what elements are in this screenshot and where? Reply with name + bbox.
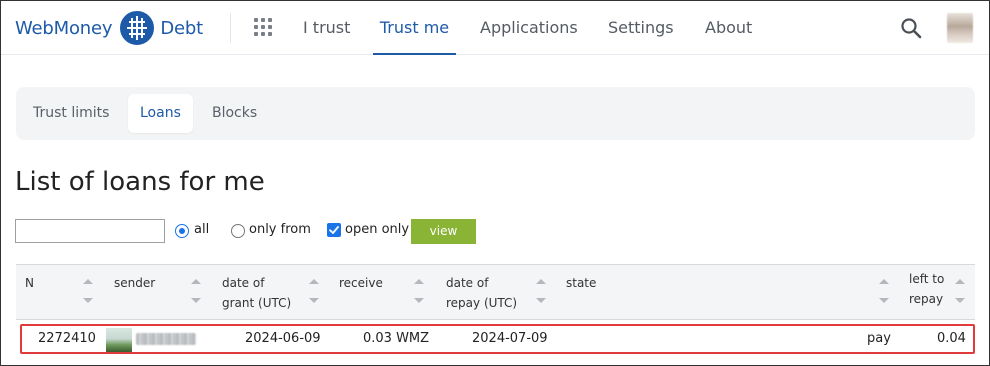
col-date-repay-line2: repay (UTC)	[446, 296, 518, 310]
apps-grid-icon[interactable]	[254, 18, 272, 36]
col-receive[interactable]: receive	[339, 273, 383, 293]
brand-logo-link[interactable]: WebMoney Debt	[15, 10, 203, 46]
view-button[interactable]: view	[411, 219, 476, 244]
nav-about[interactable]: About	[705, 1, 752, 55]
radio-only-from-label[interactable]: only from	[249, 222, 311, 237]
sender-avatar	[106, 328, 132, 352]
webmoney-globe-icon	[120, 11, 155, 45]
sort-date-repay-icon[interactable]	[536, 277, 546, 313]
subtab-trust-limits[interactable]: Trust limits	[21, 94, 121, 133]
brand-name: WebMoney	[15, 17, 113, 39]
open-only-checkbox[interactable]	[327, 223, 341, 237]
header-divider	[230, 13, 231, 43]
page-title: List of loans for me	[15, 167, 265, 197]
nav-i-trust[interactable]: I trust	[303, 1, 350, 55]
checkmark-icon	[329, 226, 339, 234]
cell-date-grant: 2024-06-09	[245, 331, 321, 346]
cell-n[interactable]: 2272410	[38, 331, 96, 346]
col-n[interactable]: N	[25, 273, 34, 293]
nav-settings[interactable]: Settings	[608, 1, 674, 55]
col-left-to-repay[interactable]: left to repay	[909, 269, 944, 309]
sort-date-grant-icon[interactable]	[309, 277, 319, 313]
sort-state-icon[interactable]	[879, 277, 889, 313]
col-left-line1: left to	[909, 272, 945, 286]
search-icon[interactable]	[899, 16, 923, 40]
col-date-grant-line1: date of	[222, 276, 265, 290]
nav-trust-me[interactable]: Trust me	[373, 1, 456, 55]
radio-all-label[interactable]: all	[194, 222, 209, 237]
open-only-label[interactable]: open only	[345, 222, 409, 237]
subtab-loans[interactable]: Loans	[128, 94, 193, 133]
nav-applications[interactable]: Applications	[480, 1, 578, 55]
radio-only-from[interactable]	[231, 224, 245, 238]
sort-n-icon[interactable]	[83, 277, 93, 313]
sort-receive-icon[interactable]	[414, 277, 424, 313]
radio-all[interactable]	[175, 224, 189, 238]
user-avatar[interactable]	[947, 13, 973, 43]
col-date-repay-line1: date of	[446, 276, 489, 290]
sender-name-redacted[interactable]	[136, 333, 196, 345]
col-left-line2: repay	[909, 292, 944, 306]
sort-left-to-repay-icon[interactable]	[955, 277, 965, 313]
subtabs-bar: Trust limits Loans Blocks	[16, 87, 975, 140]
cell-receive: 0.03 WMZ	[363, 331, 430, 346]
cell-left-to-repay: 0.04	[937, 331, 966, 346]
sender-filter-input[interactable]	[15, 219, 165, 243]
cell-state-pay[interactable]: pay	[867, 331, 891, 346]
sort-sender-icon[interactable]	[191, 277, 201, 313]
subtab-blocks[interactable]: Blocks	[200, 94, 269, 133]
col-date-repay[interactable]: date of repay (UTC)	[446, 273, 517, 313]
table-header: N sender date of grant (UTC) receive dat…	[16, 264, 975, 320]
col-date-grant[interactable]: date of grant (UTC)	[222, 273, 291, 313]
col-state[interactable]: state	[566, 273, 596, 293]
top-header: WebMoney Debt I trust Trust me Applicati…	[1, 1, 989, 55]
col-sender[interactable]: sender	[114, 273, 155, 293]
brand-product: Debt	[160, 17, 203, 39]
col-date-grant-line2: grant (UTC)	[222, 296, 292, 310]
cell-date-repay: 2024-07-09	[472, 331, 548, 346]
